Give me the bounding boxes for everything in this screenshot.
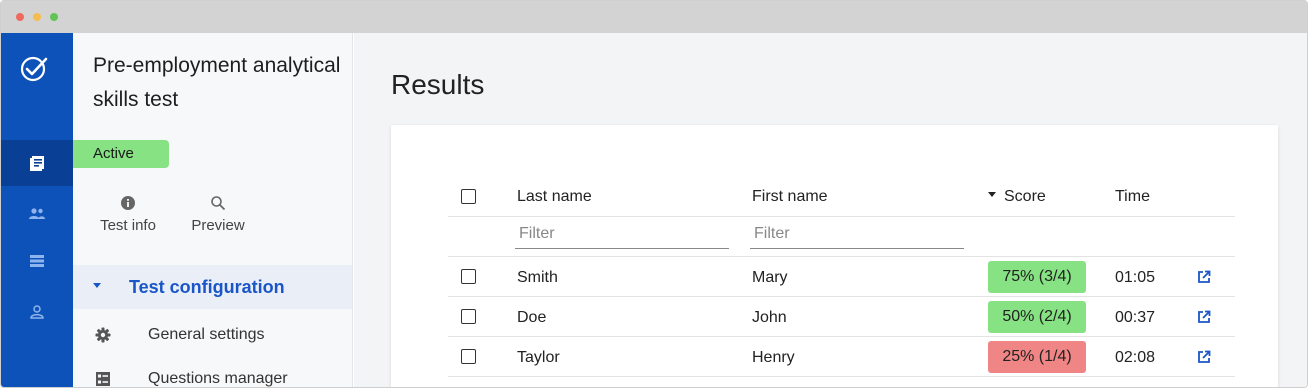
open-in-new-icon[interactable]	[1197, 310, 1211, 324]
rail-list-icon[interactable]	[1, 238, 73, 284]
filter-row: Filter Filter	[448, 217, 1235, 257]
info-icon	[121, 196, 135, 210]
first-name-cell: Mary	[752, 269, 788, 286]
menu-item-label: General settings	[148, 326, 265, 343]
score-badge: 50% (2/4)	[988, 301, 1086, 333]
rail-tests-icon[interactable]	[1, 140, 73, 186]
column-header-last-name[interactable]: Last name	[517, 188, 592, 206]
menu-item-questions-manager[interactable]: Questions manager	[73, 359, 352, 387]
score-header-label: Score	[1004, 188, 1046, 205]
test-sidebar: Pre-employment analytical skills test Ac…	[73, 33, 353, 387]
first-name-filter-input[interactable]: Filter	[750, 223, 964, 249]
score-badge: 25% (1/4)	[988, 341, 1086, 373]
gear-icon	[95, 327, 111, 343]
sort-descending-icon	[988, 192, 996, 198]
list-icon	[96, 372, 110, 386]
column-header-first-name[interactable]: First name	[752, 188, 828, 206]
test-configuration-section[interactable]: Test configuration	[73, 265, 352, 309]
caret-down-icon	[93, 283, 101, 288]
search-icon	[211, 196, 226, 211]
time-cell: 02:08	[1115, 349, 1156, 366]
nav-rail	[1, 33, 73, 387]
last-name-filter-input[interactable]: Filter	[515, 223, 729, 249]
preview-label: Preview	[191, 217, 245, 234]
open-in-new-icon[interactable]	[1197, 350, 1211, 364]
rail-user-icon[interactable]	[1, 289, 73, 335]
results-card: Last name First name Score Time Filter F…	[391, 125, 1278, 387]
last-name-cell: Taylor	[517, 349, 560, 366]
row-checkbox[interactable]	[461, 309, 476, 324]
section-label: Test configuration	[129, 277, 285, 297]
minimize-window-button[interactable]	[33, 13, 41, 21]
menu-item-label: Questions manager	[148, 370, 288, 387]
rail-respondents-icon[interactable]	[1, 190, 73, 236]
test-info-button[interactable]: Test info	[93, 195, 163, 234]
first-name-cell: Henry	[752, 349, 795, 366]
last-name-cell: Smith	[517, 269, 558, 286]
window-titlebar	[1, 1, 1307, 33]
test-info-label: Test info	[100, 217, 156, 234]
app-logo-icon[interactable]	[18, 53, 50, 85]
table-row[interactable]: Taylor Henry 25% (1/4) 02:08	[448, 337, 1235, 377]
last-name-cell: Doe	[517, 309, 547, 326]
row-checkbox[interactable]	[461, 269, 476, 284]
table-header: Last name First name Score Time	[448, 177, 1235, 217]
page-title: Results	[391, 69, 485, 100]
column-header-time[interactable]: Time	[1115, 188, 1150, 206]
menu-item-general-settings[interactable]: General settings	[73, 315, 352, 355]
time-cell: 01:05	[1115, 269, 1156, 286]
open-in-new-icon[interactable]	[1197, 270, 1211, 284]
table-row[interactable]: Doe John 50% (2/4) 00:37	[448, 297, 1235, 337]
status-badge: Active	[73, 140, 169, 168]
score-badge: 75% (3/4)	[988, 261, 1086, 293]
app-window: Pre-employment analytical skills test Ac…	[0, 0, 1308, 388]
select-all-checkbox[interactable]	[461, 189, 476, 204]
preview-button[interactable]: Preview	[181, 195, 255, 234]
time-cell: 00:37	[1115, 309, 1156, 326]
column-header-score[interactable]: Score	[988, 188, 1046, 206]
main-content: Results Last name First name Score Time …	[354, 33, 1307, 387]
first-name-cell: John	[752, 309, 787, 326]
close-window-button[interactable]	[16, 13, 24, 21]
test-title: Pre-employment analytical skills test	[93, 54, 341, 111]
table-row[interactable]: Smith Mary 75% (3/4) 01:05	[448, 257, 1235, 297]
maximize-window-button[interactable]	[50, 13, 58, 21]
row-checkbox[interactable]	[461, 349, 476, 364]
